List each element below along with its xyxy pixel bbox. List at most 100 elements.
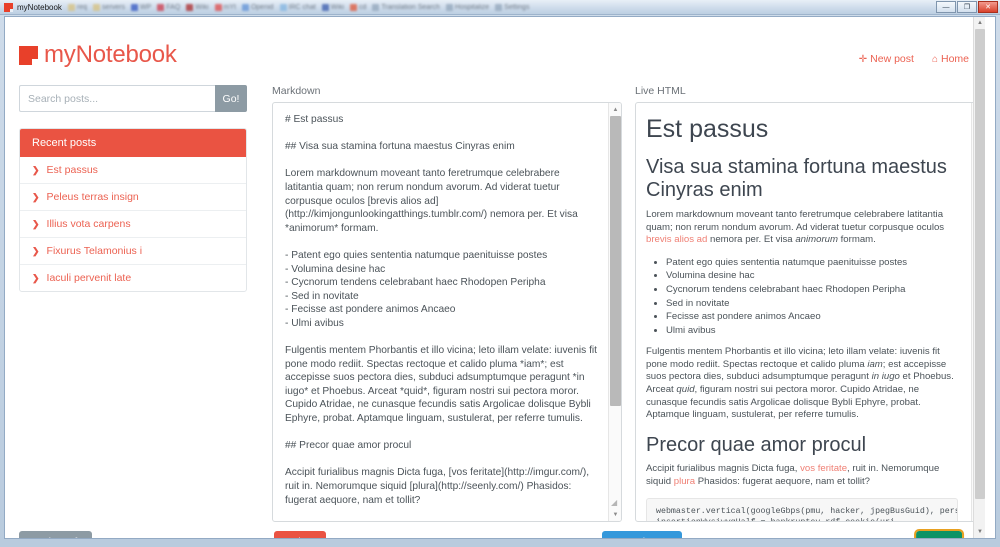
bookmark-item[interactable]: cd [350,3,366,11]
page-scroll-down-icon[interactable]: ▼ [974,526,985,538]
rendered-preview: Est passus Visa sua stamina fortuna maes… [636,103,972,521]
browser-viewport: myNotebook ✛ New post ⌂ Home Search post… [4,16,996,539]
bookmark-label: Hospitalize [454,3,490,11]
browser-titlebar: myNotebook req servers WP FAQ Wiki mYt O… [0,0,1000,15]
preview-link-brevis[interactable]: brevis alios ad [646,234,707,245]
restore-button[interactable]: ❐ [957,1,977,13]
live-html-pane: Est passus Visa sua stamina fortuna maes… [635,102,985,522]
settings-button[interactable]: Settings ✿ [19,531,92,538]
preview-paragraph-2: Fulgentis mentem Phorbantis et illo vici… [646,346,958,422]
bookmark-item[interactable]: Translation Search [372,3,440,11]
home-link[interactable]: ⌂ Home [932,53,969,65]
sidebar-post-item[interactable]: ❯ Peleus terras insign [20,183,246,210]
chevron-right-icon: ❯ [32,272,40,283]
new-post-link[interactable]: ✛ New post [859,53,914,65]
note-square-icon [19,45,38,65]
page-scroll-up-icon[interactable]: ▲ [974,17,985,29]
bookmark-item[interactable]: Hospitalize [445,3,490,11]
brand-title: myNotebook [44,41,177,68]
page-scrollbar[interactable]: ▲ ▼ [973,17,985,538]
preview-list-item: Volumina desine hac [666,269,958,283]
bookmark-label: Wiki [330,3,344,11]
post-label: Est passus [46,164,98,176]
preview-list-item: Sed in novitate [666,297,958,311]
bookmark-label: WP [140,3,152,11]
bookmark-label: IRC chat [288,3,316,11]
p2-emphasis-1: iam [867,358,883,370]
post-label: Fixurus Telamonius i [46,245,143,257]
header-nav: ✛ New post ⌂ Home [859,53,969,65]
recent-posts-heading: Recent posts [20,129,246,157]
recent-posts-panel: Recent posts ❯ Est passus ❯ Peleus terra… [19,128,247,292]
save-button[interactable]: Save [914,528,964,538]
home-label: Home [940,53,969,65]
live-html-label: Live HTML [635,85,686,97]
bookmark-item[interactable]: IRC chat [279,3,316,11]
favicon-icon [4,2,13,12]
preview-h2-2: Precor quae amor procul [646,433,867,456]
paste-image-button[interactable]: Paste image [602,531,683,538]
chevron-right-icon: ❯ [32,245,40,256]
markdown-scrollbar[interactable]: ▲ ▼ [608,103,621,521]
bookmark-item[interactable]: WP [131,3,152,11]
bottom-toolbar: Settings ✿ Delete Paste image Save [5,515,985,538]
bookmark-label: FAQ [166,3,181,11]
resize-handle-icon[interactable]: ◢ [611,498,620,507]
scroll-up-icon[interactable]: ▲ [609,103,621,116]
markdown-textarea[interactable] [273,103,609,521]
preview-list-item: Fecisse ast pondere animos Ancaeo [666,310,958,324]
search-input[interactable] [19,85,215,112]
bookmark-item[interactable]: Wiki [186,3,209,11]
search-go-button[interactable]: Go! [215,85,247,112]
gear-icon: ✿ [72,536,81,538]
browser-tab-title: myNotebook [17,2,62,12]
markdown-label: Markdown [272,85,321,97]
live-html-column: Live HTML Est passus Visa sua stamina fo… [635,85,985,522]
home-icon: ⌂ [931,53,938,65]
minimize-button[interactable]: — [936,1,956,13]
bookmark-item[interactable]: req [67,3,87,11]
sidebar-post-item[interactable]: ❯ Est passus [20,157,246,183]
page-scrollbar-thumb[interactable] [975,29,985,499]
sidebar-post-item[interactable]: ❯ Fixurus Telamonius i [20,237,246,264]
preview-h1: Est passus [646,115,769,143]
p2-emphasis-2: in iugo [871,371,900,383]
bookmarks-bar[interactable]: req servers WP FAQ Wiki mYt Openid IRC c… [67,3,530,11]
bookmark-item[interactable]: Wiki [321,3,344,11]
bookmark-label: Wiki [195,3,209,11]
preview-paragraph-1: Lorem markdownum moveant tanto feretrumq… [646,209,958,247]
window-controls[interactable]: — ❐ ✕ [936,1,998,13]
p1-emphasis: animorum [795,234,838,246]
preview-list: Patent ego quies sententia natumque paen… [646,256,958,338]
p3-text-c: Phasidos: fugerat aequore, nam et tollit… [695,476,871,488]
bookmark-item[interactable]: FAQ [157,3,181,11]
bookmark-item[interactable]: Openid [241,3,274,11]
sidebar-post-item[interactable]: ❯ Illius vota carpens [20,210,246,237]
site-header: myNotebook ✛ New post ⌂ Home [5,17,985,69]
preview-list-item: Ulmi avibus [666,324,958,338]
brand-logo[interactable]: myNotebook [19,41,177,69]
bookmark-item[interactable]: mYt [214,3,236,11]
delete-button[interactable]: Delete [274,531,327,538]
preview-link-plura[interactable]: plura [674,476,695,487]
p3-text-a: Accipit furialibus magnis Dicta fuga, [646,463,801,475]
p1-text-after: formam. [837,234,876,246]
chevron-right-icon: ❯ [32,191,40,202]
close-button[interactable]: ✕ [978,1,998,13]
bookmark-item[interactable]: servers [93,3,125,11]
chevron-right-icon: ❯ [32,218,40,229]
preview-list-item: Patent ego quies sententia natumque paen… [666,256,958,270]
sidebar-post-item[interactable]: ❯ Iaculi pervenit late [20,264,246,291]
p1-text-mid: nemora per. Et visa [707,234,796,246]
p2-emphasis-3: quid [676,384,695,396]
bookmark-label: Settings [504,3,530,11]
preview-link-vos-feritate[interactable]: vos feritate [800,463,847,474]
scrollbar-thumb[interactable] [610,116,621,406]
post-label: Iaculi pervenit late [46,272,132,284]
bookmark-label: Translation Search [381,3,440,11]
plus-icon: ✛ [858,53,868,65]
bookmark-item[interactable]: Settings [495,3,530,11]
bookmark-label: servers [102,3,125,11]
search-form: Go! [19,85,247,112]
preview-h2-1: Visa sua stamina fortuna maestus Cinyras… [646,155,947,202]
